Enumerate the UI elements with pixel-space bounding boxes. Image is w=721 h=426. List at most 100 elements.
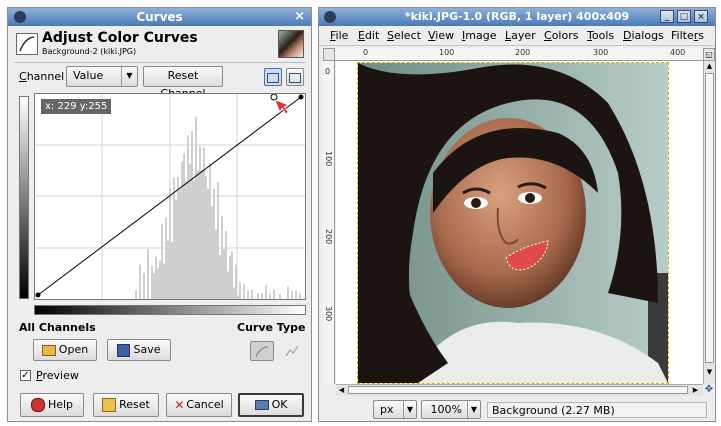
ruler-label-400: 400 xyxy=(670,48,686,57)
ruler-label-200: 200 xyxy=(515,48,531,57)
menu-filters[interactable]: Filters xyxy=(671,27,704,45)
channel-label: Channel xyxy=(19,70,65,83)
maximize-button[interactable]: □ xyxy=(677,10,691,23)
histogram-bar xyxy=(279,294,281,299)
menu-colors[interactable]: Colors xyxy=(544,27,578,45)
histogram-bar xyxy=(251,289,253,299)
channel-value: Value xyxy=(73,69,104,82)
ok-button[interactable]: OK xyxy=(238,393,304,417)
histogram-bar xyxy=(169,187,171,299)
menu-select[interactable]: Select xyxy=(387,27,421,45)
histogram-bar xyxy=(221,216,223,299)
histogram-bar xyxy=(173,177,175,299)
coord-readout: x: 229 y:255 xyxy=(41,99,112,114)
save-label: Save xyxy=(133,343,161,356)
histogram-bar xyxy=(273,289,275,299)
curve-type-label: Curve Type xyxy=(237,321,306,334)
menu-file[interactable]: File xyxy=(330,27,348,45)
open-button[interactable]: Open xyxy=(33,339,97,361)
curves-dialog: Curves × Adjust Color Curves Background-… xyxy=(7,7,312,422)
navigation-icon[interactable]: ✥ xyxy=(703,384,715,396)
ruler-corner[interactable] xyxy=(323,48,335,61)
scroll-thumb-horizontal[interactable] xyxy=(348,386,688,394)
histogram-bar xyxy=(215,229,217,299)
histogram-bar xyxy=(195,116,197,300)
histogram-bar xyxy=(237,295,239,299)
ruler-label-0: 0 xyxy=(363,48,369,57)
log-histogram-button[interactable] xyxy=(286,68,304,86)
linear-histogram-icon xyxy=(267,73,279,83)
linear-histogram-button[interactable] xyxy=(264,68,282,86)
close-icon[interactable]: × xyxy=(294,8,305,26)
reset-button[interactable]: Reset xyxy=(93,393,159,417)
image-canvas[interactable] xyxy=(357,62,669,384)
vruler-label-200: 200 xyxy=(324,229,333,245)
histogram xyxy=(135,116,301,300)
canvas-area[interactable] xyxy=(336,61,703,384)
minimize-button[interactable]: _ xyxy=(660,10,674,23)
reset-label: Reset xyxy=(119,398,150,411)
histogram-bar xyxy=(135,290,137,299)
thumbnail-icon xyxy=(278,30,304,58)
horizontal-scrollbar[interactable]: ◀ ▶ xyxy=(336,384,703,396)
curve-graph[interactable]: x: 229 y:255 xyxy=(34,93,306,300)
dialog-title: Curves xyxy=(136,10,183,24)
zoom-select[interactable]: 100% ▼ xyxy=(421,400,481,419)
histogram-bar xyxy=(139,264,141,299)
image-titlebar: *kiki.JPG-1.0 (RGB, 1 layer) 400x409 _ □… xyxy=(319,8,715,26)
scroll-right-arrow[interactable]: ▶ xyxy=(690,385,701,396)
histogram-bar xyxy=(227,271,229,299)
histogram-bar xyxy=(223,249,225,299)
histogram-bar xyxy=(165,217,167,299)
histogram-bar xyxy=(167,240,169,299)
reset-icon xyxy=(102,398,117,412)
save-floppy-icon xyxy=(117,343,131,357)
histogram-bar xyxy=(229,255,231,299)
header-subtitle: Background-2 (kiki.JPG) xyxy=(42,47,137,56)
histogram-bar xyxy=(219,255,221,299)
freehand-curve-button[interactable] xyxy=(280,341,304,361)
reset-channel-button[interactable]: Reset Channel xyxy=(143,66,223,100)
horizontal-gradient-bar xyxy=(34,305,306,315)
scroll-thumb-vertical[interactable] xyxy=(705,73,714,363)
help-button[interactable]: Help xyxy=(20,393,84,417)
menu-layer[interactable]: Layer xyxy=(505,27,536,45)
curve-point-end xyxy=(298,94,304,100)
close-button[interactable]: × xyxy=(694,10,708,23)
histogram-bar xyxy=(175,199,177,299)
save-button[interactable]: Save xyxy=(107,339,171,361)
menu-edit[interactable]: Edit xyxy=(358,27,379,45)
histogram-bar xyxy=(171,241,173,299)
histogram-bar xyxy=(287,286,289,299)
histogram-bar xyxy=(217,182,219,299)
scroll-up-arrow[interactable]: ▲ xyxy=(704,61,715,72)
histogram-bar xyxy=(225,230,227,299)
smooth-curve-button[interactable] xyxy=(250,341,274,361)
histogram-bar xyxy=(209,163,211,299)
histogram-bar xyxy=(187,135,189,299)
log-histogram-icon xyxy=(289,73,301,83)
menu-tools[interactable]: Tools xyxy=(587,27,614,45)
smooth-curve-icon xyxy=(255,346,269,358)
wilber-icon xyxy=(14,11,26,23)
histogram-bar xyxy=(211,206,213,299)
open-label: Open xyxy=(58,343,89,356)
ok-icon xyxy=(254,400,269,410)
cancel-button[interactable]: ✕ Cancel xyxy=(166,393,232,417)
menu-image[interactable]: Image xyxy=(462,27,496,45)
menu-dialogs[interactable]: Dialogs xyxy=(623,27,664,45)
histogram-bar xyxy=(261,293,263,299)
histogram-bar xyxy=(179,189,181,299)
navigate-button[interactable]: ◱ xyxy=(703,48,715,61)
menu-view[interactable]: View xyxy=(428,27,454,45)
cancel-label: Cancel xyxy=(186,398,224,411)
preview-checkbox[interactable]: ✓ xyxy=(20,370,31,381)
unit-select[interactable]: px ▼ xyxy=(373,400,417,419)
scroll-down-arrow[interactable]: ▼ xyxy=(704,367,715,378)
channel-select[interactable]: Value ▼ xyxy=(66,66,138,87)
scroll-left-arrow[interactable]: ◀ xyxy=(336,385,347,396)
vertical-scrollbar[interactable]: ▲ ▼ xyxy=(703,61,715,384)
dropdown-arrow-icon: ▼ xyxy=(121,67,137,86)
histogram-bar xyxy=(205,176,207,299)
histogram-bar xyxy=(147,248,149,299)
